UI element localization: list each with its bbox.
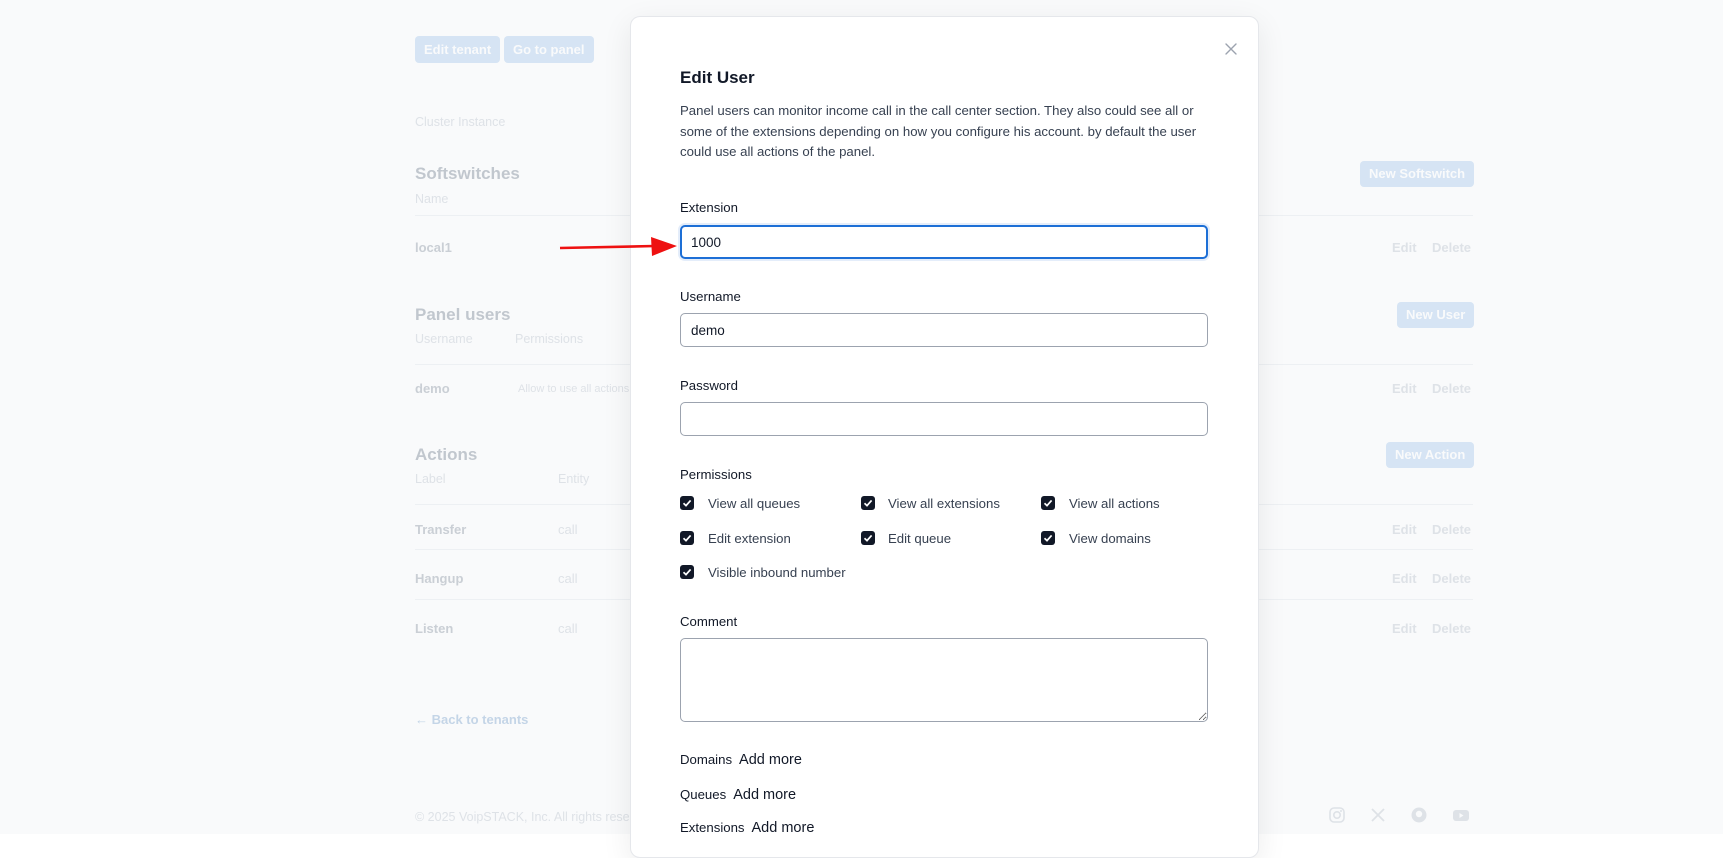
password-label: Password	[680, 378, 738, 393]
queues-add-more-link[interactable]: Add more	[733, 787, 796, 803]
edit-queue-label: Edit queue	[888, 531, 952, 546]
view-all-extensions-label: View all extensions	[888, 496, 1000, 511]
domains-add-more-link[interactable]: Add more	[739, 752, 802, 768]
permissions-label: Permissions	[680, 467, 752, 482]
username-label: Username	[680, 289, 741, 304]
extension-label: Extension	[680, 200, 738, 215]
view-all-queues-checkbox[interactable]	[680, 496, 694, 510]
view-domains-label: View domains	[1069, 531, 1151, 546]
modal-description: Panel users can monitor income call in t…	[680, 103, 1197, 159]
comment-label: Comment	[680, 614, 738, 629]
queues-row: Queues Add more	[680, 787, 796, 803]
visible-inbound-number-checkbox[interactable]	[680, 565, 694, 579]
username-input[interactable]	[680, 313, 1208, 347]
domains-row: Domains Add more	[680, 752, 802, 768]
extension-input[interactable]	[680, 225, 1208, 259]
view-domains-checkbox[interactable]	[1041, 531, 1055, 545]
edit-extension-checkbox[interactable]	[680, 531, 694, 545]
queues-label: Queues	[680, 787, 727, 802]
domains-label: Domains	[680, 752, 733, 767]
view-all-extensions-checkbox[interactable]	[861, 496, 875, 510]
view-all-actions-checkbox[interactable]	[1041, 496, 1055, 510]
comment-textarea[interactable]	[680, 638, 1208, 722]
view-all-actions-label: View all actions	[1069, 496, 1160, 511]
modal-title: Edit User	[680, 68, 755, 87]
edit-extension-label: Edit extension	[708, 531, 791, 546]
view-all-queues-label: View all queues	[708, 496, 801, 511]
password-input[interactable]	[680, 402, 1208, 436]
visible-inbound-number-label: Visible inbound number	[708, 565, 846, 580]
close-icon[interactable]	[1223, 41, 1239, 57]
edit-queue-checkbox[interactable]	[861, 531, 875, 545]
extensions-label: Extensions	[680, 820, 745, 835]
